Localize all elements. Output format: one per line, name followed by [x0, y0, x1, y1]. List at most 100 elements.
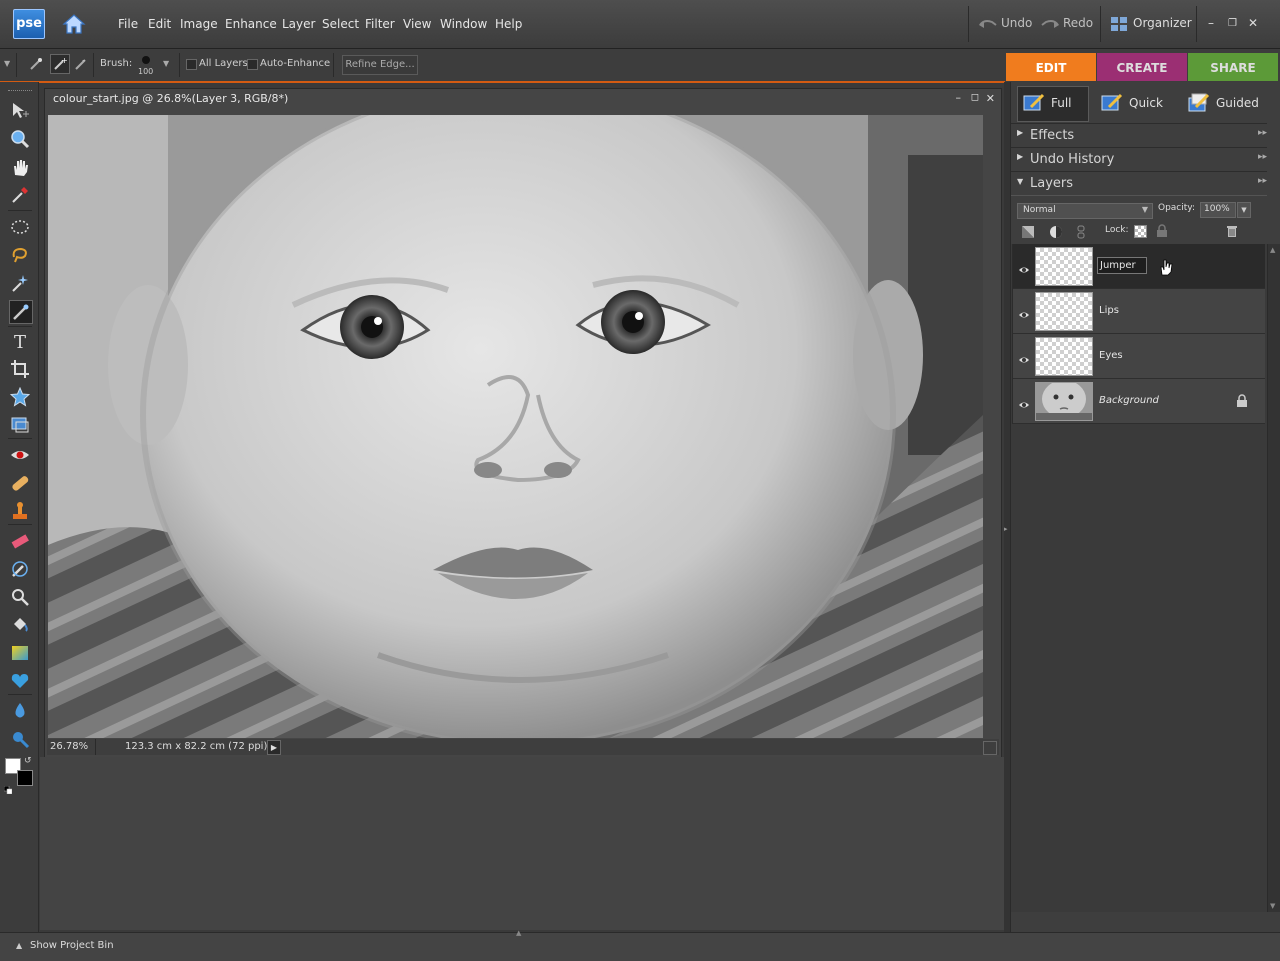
lock-all-icon[interactable] [1156, 223, 1168, 237]
crop-tool-icon[interactable] [9, 358, 31, 380]
opacity-dropdown-icon[interactable]: ▼ [1237, 202, 1251, 218]
tab-create[interactable]: CREATE [1097, 53, 1187, 81]
home-icon[interactable] [62, 12, 86, 36]
red-eye-tool-icon[interactable] [9, 444, 31, 466]
hand-tool-icon[interactable] [9, 156, 31, 178]
delete-layer-icon[interactable] [1226, 223, 1238, 237]
all-layers-checkbox[interactable] [186, 59, 197, 70]
layers-panel-header[interactable]: ▼ Layers ▸▸ [1011, 171, 1267, 196]
svg-text:-: - [82, 56, 85, 65]
menu-window[interactable]: Window [440, 17, 487, 31]
doc-maximize-icon[interactable]: ◻ [971, 92, 979, 103]
background-color-swatch[interactable] [17, 770, 33, 786]
resize-grip-icon[interactable] [983, 741, 997, 755]
visibility-eye-icon[interactable] [1018, 260, 1030, 273]
minimize-icon[interactable]: – [1208, 16, 1214, 30]
layer-row-eyes[interactable]: Eyes [1013, 334, 1265, 379]
link-layers-icon[interactable] [1077, 224, 1085, 239]
status-menu-arrow-icon[interactable]: ▶ [267, 740, 281, 755]
panel-menu-icon[interactable]: ▸▸ [1258, 176, 1267, 186]
sponge-tool-icon[interactable] [9, 728, 31, 750]
menu-view[interactable]: View [403, 17, 431, 31]
eraser-tool-icon[interactable] [9, 530, 31, 552]
default-colors-icon[interactable] [3, 779, 13, 795]
show-project-bin-button[interactable]: Show Project Bin [30, 940, 114, 951]
brush-tool-icon[interactable] [9, 558, 31, 580]
image-canvas[interactable] [48, 115, 983, 738]
refine-edge-button[interactable]: Refine Edge... [342, 55, 418, 75]
zoom-level[interactable]: 26.78% [50, 741, 88, 752]
marquee-tool-icon[interactable] [9, 216, 31, 238]
close-icon[interactable]: ✕ [1248, 16, 1258, 30]
undo-button[interactable]: Undo [1001, 16, 1032, 30]
tab-share[interactable]: SHARE [1188, 53, 1278, 81]
new-layer-icon[interactable] [1021, 224, 1035, 238]
scroll-down-icon[interactable]: ▼ [1270, 902, 1275, 910]
healing-brush-tool-icon[interactable] [9, 472, 31, 494]
layers-scrollbar[interactable]: ▲ ▼ [1267, 244, 1280, 912]
layer-row-jumper[interactable]: Jumper [1013, 244, 1265, 289]
blend-mode-select[interactable]: Normal ▼ [1017, 203, 1153, 219]
menu-edit[interactable]: Edit [148, 17, 171, 31]
blur-tool-icon[interactable] [9, 700, 31, 722]
gradient-tool-icon[interactable] [9, 642, 31, 664]
restore-icon[interactable]: ❐ [1228, 18, 1237, 29]
tab-edit[interactable]: EDIT [1006, 53, 1096, 81]
type-tool-icon[interactable]: T [9, 330, 31, 352]
menu-select[interactable]: Select [322, 17, 359, 31]
doc-minimize-icon[interactable]: – [956, 91, 962, 104]
dropdown-arrow-icon: ▼ [1141, 205, 1148, 214]
clone-stamp-tool-icon[interactable] [9, 500, 31, 522]
lock-transparency-icon[interactable] [1134, 225, 1147, 238]
effects-panel-header[interactable]: ▶ Effects ▸▸ [1011, 123, 1267, 148]
undo-history-panel-header[interactable]: ▶ Undo History ▸▸ [1011, 147, 1267, 172]
swap-colors-icon[interactable]: ↺ [24, 756, 32, 766]
quick-selection-tool-icon[interactable] [9, 300, 33, 324]
mode-guided[interactable]: Guided [1188, 88, 1259, 118]
panel-menu-icon[interactable]: ▸▸ [1258, 128, 1267, 138]
visibility-eye-icon[interactable] [1018, 350, 1030, 363]
zoom-tool-icon[interactable] [9, 128, 31, 150]
paint-bucket-tool-icon[interactable] [9, 614, 31, 636]
svg-text:T: T [14, 332, 26, 351]
custom-shape-tool-icon[interactable] [9, 670, 31, 692]
cookie-cutter-tool-icon[interactable] [9, 386, 31, 408]
brush-dropdown-icon[interactable]: ▼ [163, 59, 169, 68]
add-to-selection-icon[interactable]: + [50, 54, 70, 74]
auto-enhance-checkbox[interactable] [247, 59, 258, 70]
smart-brush-tool-icon[interactable] [9, 586, 31, 608]
new-selection-icon[interactable] [28, 56, 44, 72]
magic-wand-tool-icon[interactable] [9, 272, 31, 294]
adjustment-layer-icon[interactable] [1049, 224, 1063, 238]
lasso-tool-icon[interactable] [9, 244, 31, 266]
layer-name-edit-field[interactable]: Jumper [1097, 257, 1147, 274]
expand-bin-handle-icon[interactable]: ▲ [516, 929, 521, 937]
move-tool-icon[interactable] [9, 100, 31, 122]
eyedropper-tool-icon[interactable] [9, 184, 31, 206]
mode-full[interactable]: Full [1023, 88, 1072, 118]
menu-file[interactable]: File [118, 17, 138, 31]
visibility-eye-icon[interactable] [1018, 395, 1030, 408]
menu-layer[interactable]: Layer [282, 17, 315, 31]
menu-enhance[interactable]: Enhance [225, 17, 277, 31]
mode-quick[interactable]: Quick [1101, 88, 1163, 118]
recompose-tool-icon[interactable] [9, 414, 31, 436]
doc-close-icon[interactable]: ✕ [986, 92, 995, 105]
subtract-selection-icon[interactable]: - [73, 56, 89, 72]
menu-image[interactable]: Image [180, 17, 218, 31]
menu-filter[interactable]: Filter [365, 17, 395, 31]
blend-mode-value: Normal [1023, 205, 1056, 215]
scroll-up-icon[interactable]: ▲ [1270, 246, 1275, 254]
opacity-input[interactable]: 100% [1200, 202, 1236, 218]
options-menu-icon[interactable]: ▼ [4, 59, 10, 68]
redo-button[interactable]: Redo [1063, 16, 1093, 30]
toolbox: T ↺ [0, 82, 39, 932]
layer-row-lips[interactable]: Lips [1013, 289, 1265, 334]
layer-lock-icon [1236, 393, 1248, 407]
menu-help[interactable]: Help [495, 17, 522, 31]
layer-row-background[interactable]: Background [1013, 379, 1265, 424]
panel-menu-icon[interactable]: ▸▸ [1258, 152, 1267, 162]
visibility-eye-icon[interactable] [1018, 305, 1030, 318]
organizer-button[interactable]: Organizer [1133, 16, 1192, 30]
brush-preview-icon[interactable] [142, 56, 150, 64]
